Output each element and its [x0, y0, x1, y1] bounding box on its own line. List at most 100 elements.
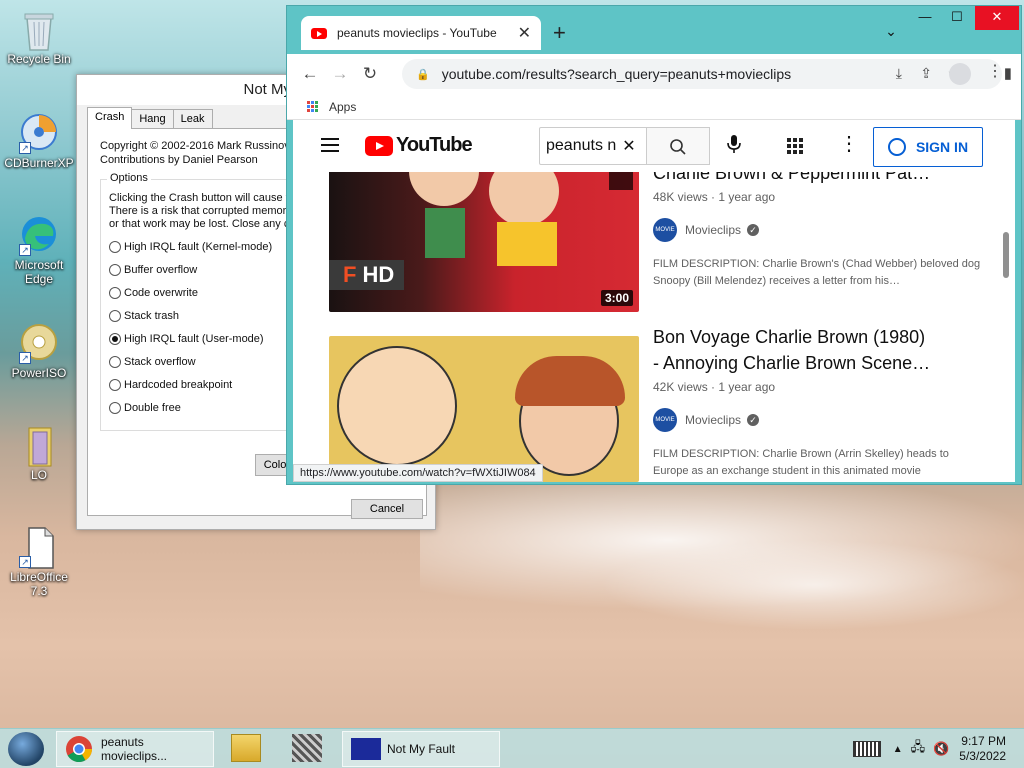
video-title[interactable]: Charlie Brown & Peppermint Pat…: [653, 172, 993, 186]
new-tab-icon[interactable]: +: [553, 20, 566, 46]
thumbnail-shirt: [497, 222, 557, 266]
radio-button[interactable]: [109, 355, 121, 368]
chrome-window: peanuts movieclips - YouTube ✕ + ⌄ — ☐ ✕…: [286, 5, 1022, 485]
start-button[interactable]: [8, 732, 44, 766]
youtube-logo[interactable]: YouTube: [365, 134, 473, 157]
settings-dots-icon[interactable]: ⋮: [839, 134, 859, 154]
clock-date: 5/3/2022: [959, 749, 1006, 763]
file-explorer-icon[interactable]: [231, 734, 261, 762]
tab-search-icon[interactable]: ⌄: [877, 20, 905, 44]
keyboard-icon[interactable]: [852, 741, 881, 757]
sign-in-button[interactable]: SIGN IN: [873, 127, 983, 167]
taskbar-item-label: peanuts movieclips...: [100, 735, 168, 763]
radio-button[interactable]: [109, 378, 121, 391]
tab-crash[interactable]: Crash: [87, 107, 133, 129]
apps-icon[interactable]: [307, 100, 319, 113]
link-status-bubble: https://www.youtube.com/watch?v=fWXtiJIW…: [293, 464, 543, 482]
tab-title: peanuts movieclips - YouTube: [337, 26, 497, 40]
bookmarks-bar: Apps: [287, 94, 1021, 120]
tab-hang[interactable]: Hang: [131, 109, 174, 129]
maximize-icon[interactable]: ☐: [943, 6, 971, 30]
lock-icon[interactable]: 🔒: [416, 68, 430, 81]
browser-tab[interactable]: peanuts movieclips - YouTube ✕: [301, 16, 541, 50]
address-bar[interactable]: 🔒 youtube.com/results?search_query=peanu…: [402, 59, 1012, 89]
more-menu-icon[interactable]: ⋮: [987, 61, 1003, 81]
search-icon: [670, 139, 686, 155]
side-panel-icon[interactable]: ▮: [1004, 64, 1012, 82]
taskbar-item-notmyfault[interactable]: Not My Fault: [342, 731, 500, 767]
share-icon[interactable]: ⇪: [920, 65, 932, 82]
reload-icon[interactable]: ↻: [355, 59, 385, 89]
youtube-favicon-icon: [311, 27, 327, 39]
profile-avatar-icon[interactable]: [949, 63, 971, 85]
option-label: Stack overflow: [124, 355, 196, 368]
close-tab-icon[interactable]: ✕: [518, 23, 531, 43]
option-label: Hardcoded breakpoint: [124, 378, 233, 391]
thumbnail-character: [409, 172, 479, 206]
thumbnail-character: [337, 346, 457, 466]
clock[interactable]: 9:17 PM 5/3/2022: [959, 734, 1006, 764]
radio-button[interactable]: [109, 263, 121, 276]
video-thumbnail[interactable]: [329, 336, 639, 482]
microphone-icon[interactable]: [727, 134, 741, 159]
channel-row[interactable]: MOVIE Movieclips ✓: [653, 218, 993, 242]
option-label: Stack trash: [124, 309, 180, 322]
search-input[interactable]: peanuts n ✕: [539, 127, 647, 165]
cancel-button[interactable]: Cancel: [351, 499, 423, 519]
channel-avatar[interactable]: MOVIE: [653, 408, 677, 432]
search-button[interactable]: [646, 127, 710, 165]
youtube-play-icon: [365, 135, 393, 156]
channel-name[interactable]: Movieclips: [685, 223, 741, 237]
channel-row[interactable]: MOVIE Movieclips ✓: [653, 408, 993, 432]
browser-toolbar: ← → ↻ 🔒 youtube.com/results?search_query…: [287, 54, 1021, 94]
video-description: FILM DESCRIPTION: Charlie Brown's (Chad …: [653, 258, 981, 287]
description-line: Europe as an exchange student in this an…: [653, 465, 921, 477]
desktop-icon-poweriso[interactable]: ↗ PowerISO: [3, 322, 75, 380]
video-meta: 42K views · 1 year ago: [653, 380, 776, 394]
radio-button[interactable]: [109, 401, 121, 414]
forward-icon[interactable]: →: [325, 59, 355, 89]
minimize-icon[interactable]: —: [911, 6, 939, 30]
tab-leak[interactable]: Leak: [172, 109, 213, 129]
hd-label: HD: [362, 262, 395, 287]
taskbar-item-chrome[interactable]: peanuts movieclips...: [56, 731, 214, 767]
desktop-icon-libreoffice[interactable]: ↗ LibreOffice 7.3: [3, 526, 75, 598]
chrome-icon: [65, 736, 92, 763]
hamburger-menu-icon[interactable]: [321, 138, 339, 156]
video-info: Charlie Brown & Peppermint Pat… 48K view…: [653, 172, 993, 290]
channel-avatar[interactable]: MOVIE: [653, 218, 677, 242]
video-title-line: Bon Voyage Charlie Brown (1980): [653, 327, 926, 347]
desktop-icon-edge[interactable]: ↗ Microsoft Edge: [3, 214, 75, 286]
taskbar: peanuts movieclips... Not My Fault ▲ 🖧 🔇…: [0, 728, 1024, 768]
desktop-icon-cdburnerxp[interactable]: ↗ CDBurnerXP: [3, 112, 75, 170]
sign-in-label: SIGN IN: [915, 139, 969, 155]
thumbnail-shirt: [425, 208, 465, 258]
video-info: Bon Voyage Charlie Brown (1980) - Annoyi…: [653, 324, 993, 480]
close-window-icon[interactable]: ✕: [975, 6, 1019, 30]
apps-bookmark[interactable]: Apps: [329, 100, 356, 114]
radio-button-selected[interactable]: [109, 332, 121, 345]
cdburnerxp-icon: ↗: [19, 112, 59, 154]
volume-muted-icon[interactable]: 🔇: [933, 741, 949, 757]
radio-button[interactable]: [109, 286, 121, 299]
desktop-icon-lo[interactable]: LO: [3, 424, 75, 482]
channel-name[interactable]: Movieclips: [685, 413, 741, 427]
video-title[interactable]: Bon Voyage Charlie Brown (1980) - Annoyi…: [653, 324, 993, 376]
apps-grid-icon[interactable]: [787, 138, 803, 154]
show-hidden-icons-icon[interactable]: ▲: [893, 744, 903, 755]
install-icon[interactable]: ⤓: [896, 65, 902, 82]
user-icon: [887, 138, 906, 156]
radio-button[interactable]: [109, 309, 121, 322]
desktop-icon-recycle-bin[interactable]: Recycle Bin: [3, 8, 75, 66]
youtube-logo-text: YouTube: [396, 134, 473, 156]
edge-icon: ↗: [19, 214, 59, 256]
radio-button[interactable]: [109, 240, 121, 253]
app-icon[interactable]: [292, 734, 322, 762]
scrollbar-thumb[interactable]: [1003, 232, 1009, 278]
video-meta: 48K views · 1 year ago: [653, 190, 776, 204]
back-icon[interactable]: ←: [295, 59, 325, 89]
clear-search-icon[interactable]: ✕: [622, 136, 635, 156]
desktop-icon-label: LibreOffice 7.3: [10, 570, 68, 598]
video-thumbnail[interactable]: F HD 3:00: [329, 172, 639, 312]
network-icon[interactable]: 🖧: [911, 738, 926, 760]
